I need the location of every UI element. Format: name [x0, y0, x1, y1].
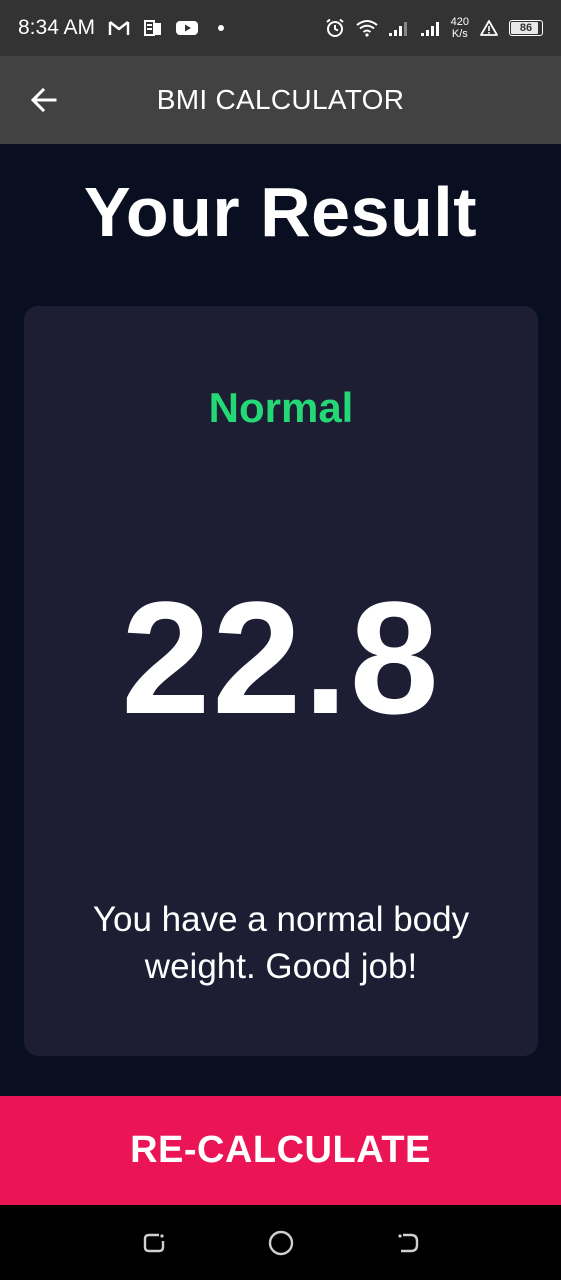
network-speed: 420 K/s [451, 16, 469, 40]
youtube-icon [175, 18, 199, 38]
back-nav-icon [397, 1233, 418, 1252]
battery-level: 86 [519, 22, 533, 34]
arrow-left-icon [30, 87, 57, 113]
back-button[interactable] [28, 84, 60, 116]
bmi-status-label: Normal [208, 384, 354, 431]
news-icon [141, 18, 165, 38]
result-card: Normal 22.8 You have a normal body weigh… [24, 306, 538, 1056]
page-title: Your Result [83, 173, 478, 251]
recent-apps-button[interactable] [139, 1228, 169, 1258]
recalculate-button[interactable]: RE-CALCULATE [0, 1096, 561, 1205]
notification-icons [107, 18, 233, 38]
battery-icon: 86 [509, 20, 543, 36]
wifi-icon [355, 18, 379, 38]
app-bar: BMI CALCULATOR [0, 56, 561, 144]
recent-apps-icon [143, 1233, 164, 1252]
signal-icon [387, 18, 411, 38]
network-speed-unit: K/s [451, 28, 468, 40]
home-button[interactable] [266, 1228, 296, 1258]
app-title: BMI CALCULATOR [156, 84, 405, 115]
back-nav-button[interactable] [393, 1228, 423, 1258]
dot-icon [209, 18, 233, 38]
status-time: 8:34 AM [18, 16, 96, 39]
gmail-icon [107, 18, 131, 38]
network-speed-value: 420 [450, 16, 469, 28]
signal-icon [419, 18, 443, 38]
alert-icon [477, 18, 501, 38]
status-bar: 8:34 AM 420 K/s 86 [0, 0, 561, 56]
system-icons: 420 K/s 86 [323, 16, 543, 40]
system-nav-bar [0, 1205, 561, 1280]
bmi-value: 22.8 [121, 568, 441, 747]
alarm-icon [323, 18, 347, 38]
home-icon [268, 1230, 293, 1255]
bmi-message: You have a normal body weight. Good job! [92, 900, 470, 986]
